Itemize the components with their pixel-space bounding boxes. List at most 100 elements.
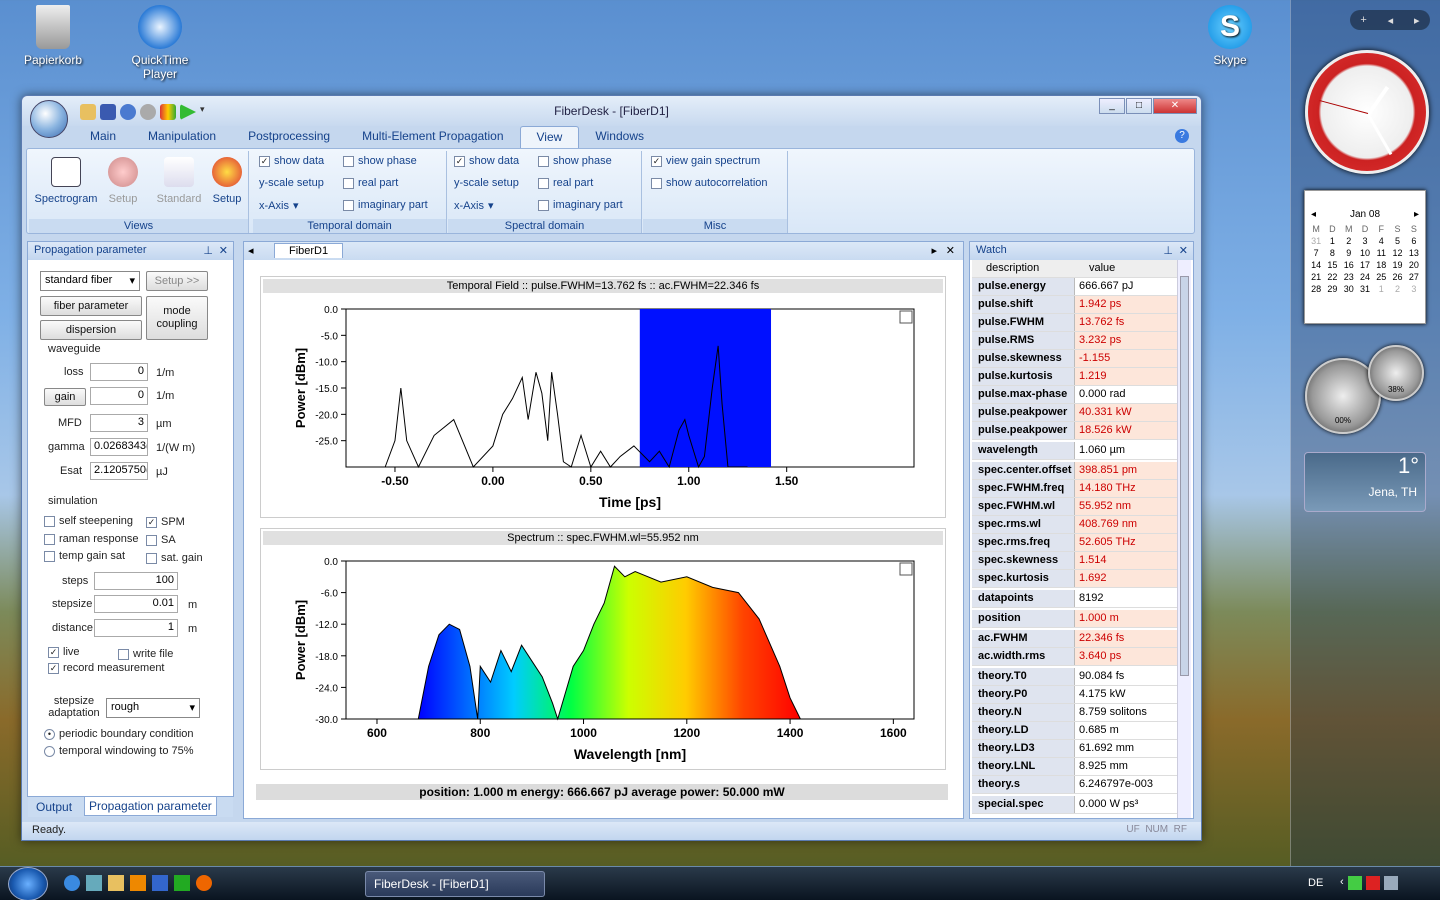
prev-icon[interactable]: ◂ xyxy=(1388,14,1394,27)
start-button[interactable] xyxy=(8,867,48,900)
checkbox[interactable]: ✓ xyxy=(454,155,465,167)
watch-row[interactable]: theory.s 6.246797e-003 xyxy=(972,776,1178,794)
watch-row[interactable]: pulse.shift 1.942 ps xyxy=(972,296,1178,314)
watch-row[interactable]: spec.FWHM.wl 55.952 nm xyxy=(972,498,1178,516)
fiber-type-select[interactable]: standard fiber ▾ xyxy=(40,271,140,291)
spectrogram-button[interactable]: Spectrogram xyxy=(33,157,99,205)
app-menu-orb[interactable] xyxy=(30,100,68,138)
watch-row[interactable]: spec.skewness 1.514 xyxy=(972,552,1178,570)
checkbox[interactable] xyxy=(538,155,549,167)
spectral-imag-part[interactable]: imaginary part xyxy=(538,199,623,211)
clock-gadget[interactable] xyxy=(1305,50,1429,174)
temporal-real-part[interactable]: real part xyxy=(343,177,398,189)
calendar-day[interactable]: 31 xyxy=(1308,236,1324,246)
view-gain-spectrum[interactable]: ✓ view gain spectrum xyxy=(651,155,760,167)
calendar-day[interactable]: 25 xyxy=(1373,272,1389,282)
pin-icon[interactable]: ⊥ xyxy=(1163,244,1173,257)
watch-row[interactable]: pulse.skewness -1.155 xyxy=(972,350,1178,368)
spectral-show-data[interactable]: ✓ show data xyxy=(454,155,519,167)
checkbox[interactable] xyxy=(146,552,157,564)
watch-row[interactable]: spec.center.offset 398.851 pm xyxy=(972,462,1178,480)
calendar-day[interactable]: 11 xyxy=(1373,248,1389,258)
distance-field[interactable]: 1 xyxy=(94,619,178,637)
tab-output[interactable]: Output xyxy=(36,800,72,814)
checkbox[interactable]: ✓ xyxy=(146,516,157,528)
watch-scrollbar[interactable] xyxy=(1177,260,1191,818)
adaptation-select[interactable]: rough ▾ xyxy=(106,698,200,718)
watch-row[interactable]: spec.rms.wl 408.769 nm xyxy=(972,516,1178,534)
watch-row[interactable]: special.spec 0.000 W ps³ xyxy=(972,796,1178,814)
watch-row[interactable]: pulse.RMS 3.232 ps xyxy=(972,332,1178,350)
close-watch-icon[interactable]: ✕ xyxy=(1179,244,1188,257)
calendar-day[interactable]: 14 xyxy=(1308,260,1324,270)
live-checkbox[interactable]: ✓ live xyxy=(48,646,80,658)
watch-row[interactable]: theory.LD3 61.692 mm xyxy=(972,740,1178,758)
temp-gain-sat-checkbox[interactable]: temp gain sat xyxy=(44,550,125,562)
watch-row[interactable]: pulse.peakpower 40.331 kW xyxy=(972,404,1178,422)
folder-icon[interactable] xyxy=(108,875,124,891)
tab-manipulation[interactable]: Manipulation xyxy=(132,126,232,148)
calendar-day[interactable]: 3 xyxy=(1406,284,1422,294)
gain-button[interactable]: gain xyxy=(44,388,86,406)
media-icon[interactable] xyxy=(130,875,146,891)
calendar-gadget[interactable]: ◂ Jan 08 ▸ M D M D F S S 31 1 2 3 4 5 6 7 8 9 10 11 12 13 14 15 1… xyxy=(1304,190,1426,324)
checkbox[interactable] xyxy=(343,155,354,167)
tab-main[interactable]: Main xyxy=(74,126,132,148)
calendar-day[interactable]: 12 xyxy=(1389,248,1405,258)
checkbox[interactable] xyxy=(44,515,55,527)
calendar-day[interactable]: 2 xyxy=(1389,284,1405,294)
next-icon[interactable]: ▸ xyxy=(1414,14,1420,27)
radio[interactable] xyxy=(44,745,55,757)
stepsize-field[interactable]: 0.01 xyxy=(94,595,178,613)
watch-row[interactable]: spec.FWHM.freq 14.180 THz xyxy=(972,480,1178,498)
document-tab[interactable]: FiberD1 xyxy=(274,243,344,258)
calendar-day[interactable]: 26 xyxy=(1389,272,1405,282)
dispersion-button[interactable]: dispersion xyxy=(40,320,142,340)
checkbox[interactable] xyxy=(538,199,549,211)
watch-row[interactable]: pulse.energy 666.667 pJ xyxy=(972,278,1178,296)
watch-row[interactable]: theory.N 8.759 solitons xyxy=(972,704,1178,722)
word-icon[interactable] xyxy=(152,875,168,891)
plus-icon[interactable]: + xyxy=(1360,14,1366,26)
mfd-field[interactable]: 3 xyxy=(90,414,148,432)
calendar-day[interactable]: 31 xyxy=(1357,284,1373,294)
watch-row[interactable]: pulse.kurtosis 1.219 xyxy=(972,368,1178,386)
weather-gadget[interactable]: 1° Jena, TH xyxy=(1304,452,1426,512)
calendar-day[interactable]: 13 xyxy=(1406,248,1422,258)
temporal-yscale-setup[interactable]: y-scale setup xyxy=(259,177,324,189)
checkbox[interactable] xyxy=(146,534,157,546)
close-panel-icon[interactable]: ✕ xyxy=(219,244,228,257)
calendar-day[interactable]: 22 xyxy=(1324,272,1340,282)
help-icon[interactable]: ? xyxy=(1175,129,1189,143)
setup-button-2[interactable]: Setup xyxy=(209,157,245,205)
write-file-checkbox[interactable]: write file xyxy=(118,648,173,660)
self-steepening-checkbox[interactable]: self steepening xyxy=(44,515,133,527)
checkbox[interactable] xyxy=(343,177,354,189)
watch-row[interactable]: theory.P0 4.175 kW xyxy=(972,686,1178,704)
setup-more-button[interactable]: Setup >> xyxy=(146,271,208,291)
calendar-day[interactable]: 23 xyxy=(1341,272,1357,282)
tray-arrow-icon[interactable]: ‹ xyxy=(1340,876,1344,890)
temporal-imag-part[interactable]: imaginary part xyxy=(343,199,428,211)
close-document-icon[interactable]: ✕ xyxy=(946,244,955,257)
calendar-day[interactable]: 6 xyxy=(1406,236,1422,246)
watch-row[interactable]: position 1.000 m xyxy=(972,610,1178,628)
watch-row[interactable]: ac.FWHM 22.346 fs xyxy=(972,630,1178,648)
calendar-day[interactable]: 16 xyxy=(1341,260,1357,270)
watch-row[interactable]: datapoints 8192 xyxy=(972,590,1178,608)
checkbox[interactable]: ✓ xyxy=(651,155,662,167)
spectrum-chart[interactable]: 600 800 1000 1200 1400 1600 0.0 -6.0 -12.0 -18.0 -… xyxy=(261,547,945,769)
calendar-day[interactable]: 19 xyxy=(1389,260,1405,270)
periodic-radio[interactable]: • periodic boundary condition xyxy=(44,728,194,740)
calendar-day[interactable]: 7 xyxy=(1308,248,1324,258)
calendar-day[interactable]: 20 xyxy=(1406,260,1422,270)
spm-checkbox[interactable]: ✓ SPM xyxy=(146,516,185,528)
checkbox[interactable]: ✓ xyxy=(259,155,270,167)
checkbox[interactable]: ✓ xyxy=(48,662,59,674)
minimize-button[interactable]: _ xyxy=(1099,98,1125,114)
desktop-icon[interactable] xyxy=(86,875,102,891)
spectral-yscale-setup[interactable]: y-scale setup xyxy=(454,177,519,189)
show-autocorrelation[interactable]: show autocorrelation xyxy=(651,177,768,189)
temporal-chart[interactable]: -0.50 0.00 0.50 1.00 1.50 0.0 -5.0 -10.0 -15.0 -2… xyxy=(261,295,945,517)
calendar-day[interactable]: 27 xyxy=(1406,272,1422,282)
